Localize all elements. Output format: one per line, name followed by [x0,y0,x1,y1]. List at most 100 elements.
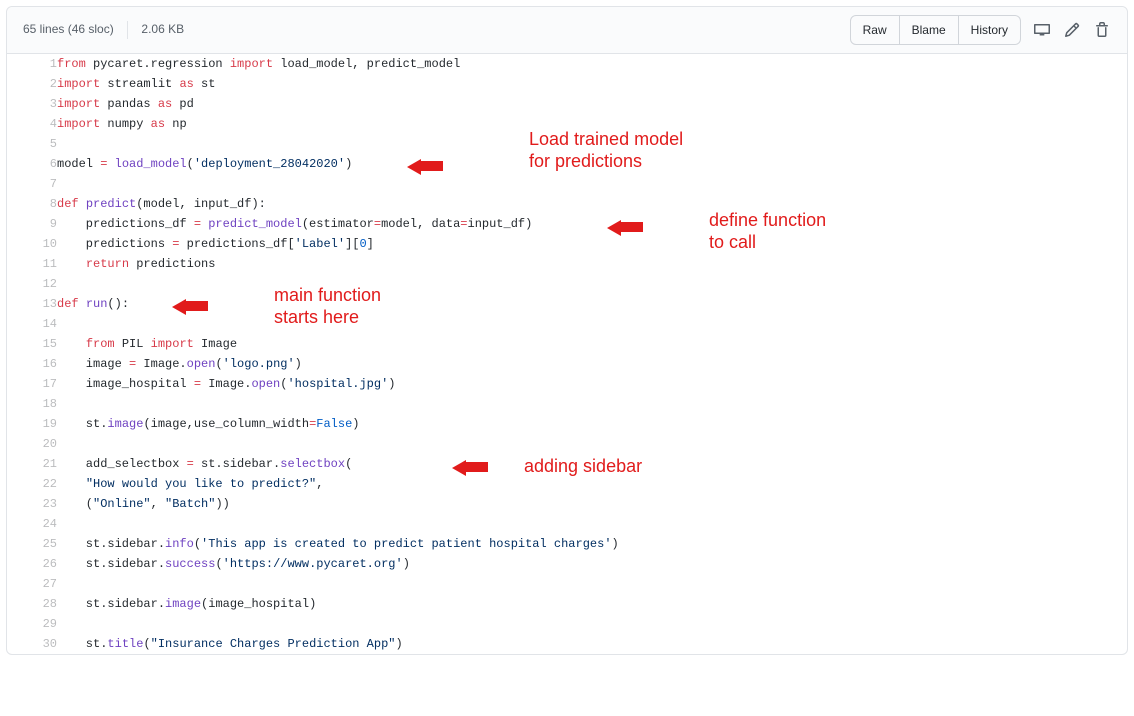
code-text[interactable] [57,134,1127,154]
code-line: 18 [7,394,1127,414]
code-line: 30 st.title("Insurance Charges Predictio… [7,634,1127,654]
code-text[interactable]: def predict(model, input_df): [57,194,1127,214]
code-text[interactable] [57,174,1127,194]
line-number[interactable]: 5 [7,134,57,154]
code-line: 29 [7,614,1127,634]
code-text[interactable]: import numpy as np [57,114,1127,134]
line-number[interactable]: 22 [7,474,57,494]
code-line: 17 image_hospital = Image.open('hospital… [7,374,1127,394]
history-button[interactable]: History [959,15,1021,45]
divider [127,21,128,39]
code-text[interactable]: st.image(image,use_column_width=False) [57,414,1127,434]
line-number[interactable]: 12 [7,274,57,294]
code-line: 26 st.sidebar.success('https://www.pycar… [7,554,1127,574]
code-text[interactable]: def run(): [57,294,1127,314]
code-text[interactable]: ("Online", "Batch")) [57,494,1127,514]
code-text[interactable] [57,314,1127,334]
line-number[interactable]: 29 [7,614,57,634]
code-line: 6model = load_model('deployment_28042020… [7,154,1127,174]
code-text[interactable] [57,394,1127,414]
code-line: 21 add_selectbox = st.sidebar.selectbox( [7,454,1127,474]
code-text[interactable]: from PIL import Image [57,334,1127,354]
file-action-buttons: Raw Blame History [850,15,1021,45]
code-table: 1from pycaret.regression import load_mod… [7,54,1127,654]
line-number[interactable]: 9 [7,214,57,234]
code-line: 20 [7,434,1127,454]
code-line: 14 [7,314,1127,334]
line-number[interactable]: 19 [7,414,57,434]
line-number[interactable]: 26 [7,554,57,574]
line-count: 65 lines (46 sloc) [23,22,114,36]
line-number[interactable]: 17 [7,374,57,394]
code-line: 23 ("Online", "Batch")) [7,494,1127,514]
code-line: 1from pycaret.regression import load_mod… [7,54,1127,74]
code-text[interactable]: import pandas as pd [57,94,1127,114]
line-number[interactable]: 3 [7,94,57,114]
line-number[interactable]: 11 [7,254,57,274]
code-line: 3import pandas as pd [7,94,1127,114]
code-line: 7 [7,174,1127,194]
line-number[interactable]: 21 [7,454,57,474]
code-text[interactable]: image_hospital = Image.open('hospital.jp… [57,374,1127,394]
code-line: 8def predict(model, input_df): [7,194,1127,214]
code-text[interactable]: st.title("Insurance Charges Prediction A… [57,634,1127,654]
line-number[interactable]: 30 [7,634,57,654]
line-number[interactable]: 1 [7,54,57,74]
line-number[interactable]: 7 [7,174,57,194]
code-line: 25 st.sidebar.info('This app is created … [7,534,1127,554]
file-actions: Raw Blame History [850,15,1111,45]
trash-icon[interactable] [1093,21,1111,39]
file-box: 65 lines (46 sloc) 2.06 KB Raw Blame His… [6,6,1128,655]
line-number[interactable]: 25 [7,534,57,554]
line-number[interactable]: 18 [7,394,57,414]
code-text[interactable]: "How would you like to predict?", [57,474,1127,494]
line-number[interactable]: 28 [7,594,57,614]
code-text[interactable]: from pycaret.regression import load_mode… [57,54,1127,74]
code-line: 4import numpy as np [7,114,1127,134]
code-line: 19 st.image(image,use_column_width=False… [7,414,1127,434]
code-line: 16 image = Image.open('logo.png') [7,354,1127,374]
code-text[interactable]: add_selectbox = st.sidebar.selectbox( [57,454,1127,474]
file-header: 65 lines (46 sloc) 2.06 KB Raw Blame His… [7,7,1127,54]
code-text[interactable]: model = load_model('deployment_28042020'… [57,154,1127,174]
line-number[interactable]: 20 [7,434,57,454]
line-number[interactable]: 6 [7,154,57,174]
code-text[interactable]: predictions = predictions_df['Label'][0] [57,234,1127,254]
code-line: 10 predictions = predictions_df['Label']… [7,234,1127,254]
raw-button[interactable]: Raw [850,15,900,45]
line-number[interactable]: 4 [7,114,57,134]
code-text[interactable]: st.sidebar.info('This app is created to … [57,534,1127,554]
line-number[interactable]: 10 [7,234,57,254]
code-line: 9 predictions_df = predict_model(estimat… [7,214,1127,234]
code-line: 28 st.sidebar.image(image_hospital) [7,594,1127,614]
code-line: 24 [7,514,1127,534]
line-number[interactable]: 13 [7,294,57,314]
blame-button[interactable]: Blame [900,15,959,45]
line-number[interactable]: 23 [7,494,57,514]
code-text[interactable]: return predictions [57,254,1127,274]
line-number[interactable]: 16 [7,354,57,374]
code-text[interactable] [57,434,1127,454]
code-text[interactable] [57,514,1127,534]
desktop-icon[interactable] [1033,21,1051,39]
line-number[interactable]: 8 [7,194,57,214]
code-text[interactable]: st.sidebar.image(image_hospital) [57,594,1127,614]
code-line: 15 from PIL import Image [7,334,1127,354]
code-text[interactable]: predictions_df = predict_model(estimator… [57,214,1127,234]
code-area: 1from pycaret.regression import load_mod… [7,54,1127,654]
pencil-icon[interactable] [1063,21,1081,39]
code-text[interactable]: image = Image.open('logo.png') [57,354,1127,374]
code-line: 12 [7,274,1127,294]
code-text[interactable]: import streamlit as st [57,74,1127,94]
line-number[interactable]: 15 [7,334,57,354]
line-number[interactable]: 2 [7,74,57,94]
code-text[interactable] [57,274,1127,294]
code-line: 22 "How would you like to predict?", [7,474,1127,494]
line-number[interactable]: 27 [7,574,57,594]
line-number[interactable]: 14 [7,314,57,334]
code-line: 11 return predictions [7,254,1127,274]
code-text[interactable] [57,574,1127,594]
line-number[interactable]: 24 [7,514,57,534]
code-text[interactable]: st.sidebar.success('https://www.pycaret.… [57,554,1127,574]
code-text[interactable] [57,614,1127,634]
